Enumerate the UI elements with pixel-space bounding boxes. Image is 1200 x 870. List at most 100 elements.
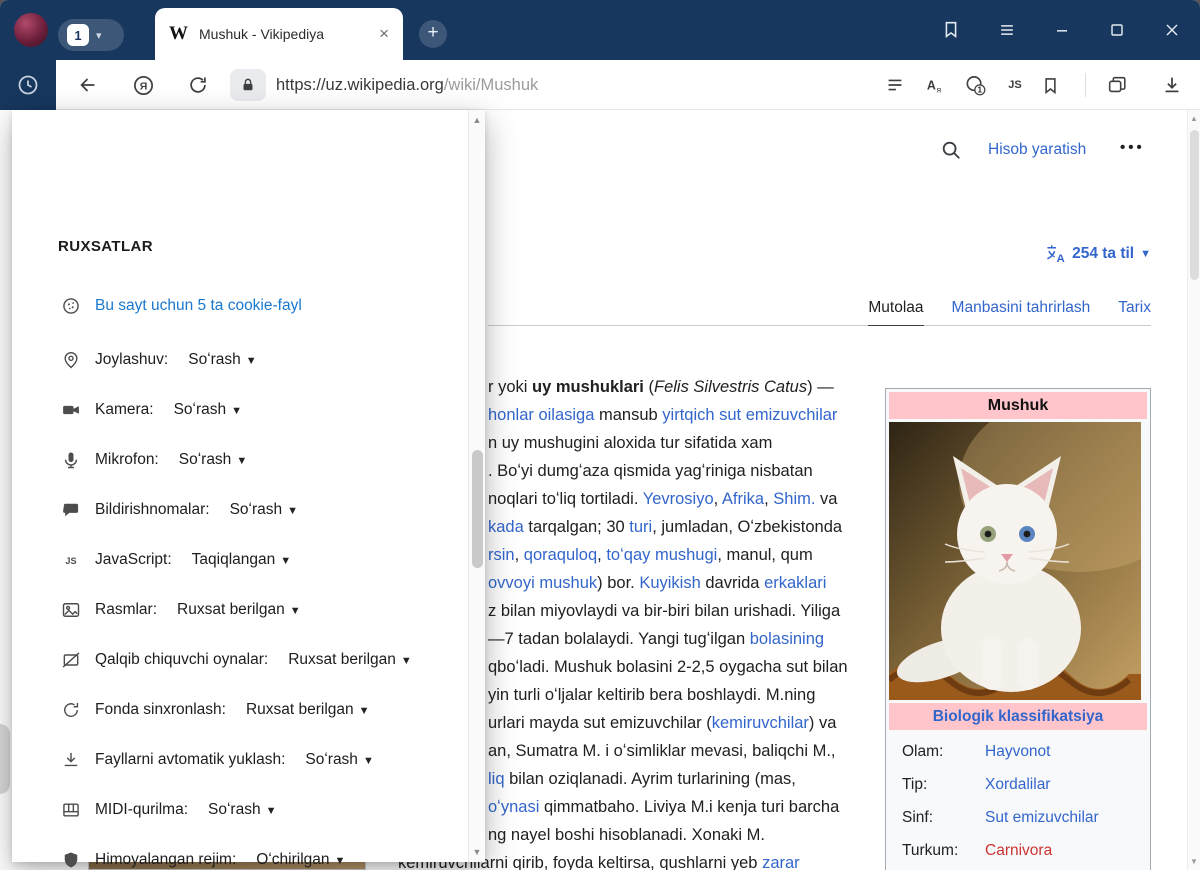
language-selector[interactable]: A 254 ta til ▼ (1045, 243, 1151, 264)
browser-window: 1 ▾ W Mushuk - Vikipediya × + (0, 0, 1200, 870)
cookies-row[interactable]: Bu sayt uchun 5 ta cookie-fayl (60, 295, 302, 317)
translate-icon[interactable]: Aя (923, 73, 947, 97)
permission-value-dropdown[interactable]: Oʻchirilgan▼ (256, 851, 345, 869)
scroll-up-icon[interactable]: ▲ (1188, 114, 1200, 123)
page-scrollbar[interactable]: ▲ ▼ (1187, 110, 1200, 870)
permission-value-dropdown[interactable]: Ruxsat berilgan▼ (288, 651, 412, 669)
infobox-row: Sinf:Sut emizuvchilar (889, 801, 1147, 834)
infobox-row-label: Turkum: (889, 842, 985, 860)
infobox-row-link[interactable]: Sut emizuvchilar (985, 809, 1099, 827)
article-text: , jumladan, Oʻzbekistonda (652, 518, 842, 536)
infobox-row-link[interactable]: Xordalilar (985, 776, 1050, 794)
article-link[interactable]: Afrika (722, 490, 764, 508)
permission-value-dropdown[interactable]: Soʻrash▼ (188, 351, 256, 369)
permission-value-dropdown[interactable]: Ruxsat berilgan▼ (177, 601, 301, 619)
article-link[interactable]: toʻqay mushugi (606, 546, 717, 564)
refresh-icon[interactable] (186, 73, 210, 97)
back-button[interactable] (76, 73, 100, 97)
article-link[interactable]: qoraquloq (524, 546, 597, 564)
permission-value-dropdown[interactable]: Soʻrash▼ (305, 751, 373, 769)
article-link[interactable]: liq (488, 770, 505, 788)
kitten-photo (889, 422, 1141, 700)
permission-value-dropdown[interactable]: Soʻrash▼ (230, 501, 298, 519)
tab-group-chip[interactable]: 1 ▾ (58, 19, 124, 51)
article-link[interactable]: rsin (488, 546, 515, 564)
article-link[interactable]: Yevrosiyo (643, 490, 714, 508)
site-notifications-icon[interactable]: 1 (963, 73, 987, 97)
tab-close-icon[interactable]: × (379, 24, 389, 44)
tab-groups-icon[interactable] (1105, 73, 1129, 97)
scroll-down-icon[interactable]: ▼ (1188, 857, 1200, 866)
svg-text:1: 1 (977, 85, 982, 94)
article-tab-tarix[interactable]: Tarix (1118, 299, 1151, 325)
downloads-icon[interactable] (1160, 73, 1184, 97)
article-text-line: yin turli oʻljalar keltirib bera boshlay… (488, 686, 815, 705)
active-tab[interactable]: W Mushuk - Vikipediya × (155, 8, 403, 60)
location-icon (60, 349, 82, 371)
url-path: /wiki/Mushuk (444, 76, 538, 95)
page-scrollbar-thumb[interactable] (1190, 130, 1199, 280)
browser-logo[interactable] (14, 13, 48, 47)
permission-value-dropdown[interactable]: Ruxsat berilgan▼ (246, 701, 370, 719)
permission-row-popup: Qalqib chiquvchi oynalar:Ruxsat berilgan… (60, 635, 460, 685)
new-tab-button[interactable]: + (419, 20, 447, 48)
permission-value-dropdown[interactable]: Soʻrash▼ (179, 451, 247, 469)
permission-value-dropdown[interactable]: Soʻrash▼ (208, 801, 276, 819)
permission-label: Himoyalangan rejim: (95, 851, 236, 869)
minimize-icon[interactable] (1050, 18, 1074, 42)
article-link[interactable]: ovvoyi mushuk (488, 574, 597, 592)
article-link[interactable]: oʻynasi (488, 798, 539, 816)
infobox-row-link[interactable]: Hayvonot (985, 743, 1050, 761)
yandex-search-icon[interactable]: Я (131, 73, 155, 97)
article-link[interactable]: turi (629, 518, 652, 536)
cookies-link[interactable]: Bu sayt uchun 5 ta cookie-fayl (95, 297, 302, 315)
panel-scrollbar-thumb[interactable] (472, 450, 483, 568)
site-permissions-lock-button[interactable] (230, 69, 266, 101)
article-text: Felis Silvestris Catus (654, 378, 807, 396)
reader-mode-icon[interactable] (883, 73, 907, 97)
panel-scrollbar[interactable]: ▲ ▼ (468, 110, 485, 862)
permission-label: Fayllarni avtomatik yuklash: (95, 751, 285, 769)
article-link[interactable]: erkaklari (764, 574, 826, 592)
images-icon (60, 599, 82, 621)
article-link[interactable]: yirtqich sut emizuvchilar (662, 406, 837, 424)
article-text: ) bor. (597, 574, 639, 592)
infobox-section-header[interactable]: Biologik klassifikatsiya (889, 703, 1147, 730)
javascript-status-icon[interactable]: JS (1003, 73, 1027, 97)
microphone-icon (60, 449, 82, 471)
article-text: r yoki (488, 378, 532, 396)
article-link[interactable]: Shim. (773, 490, 815, 508)
javascript-icon: JS (60, 549, 82, 571)
history-sidebar-button[interactable] (0, 60, 56, 110)
scroll-up-icon[interactable]: ▲ (469, 115, 485, 125)
bookmark-flag-icon[interactable] (1038, 73, 1062, 97)
infobox-title: Mushuk (889, 392, 1147, 419)
collections-flag-icon[interactable] (939, 18, 963, 42)
site-permissions-panel: RUXSATLAR Bu sayt uchun 5 ta cookie-fayl… (12, 110, 485, 862)
article-link[interactable]: kemiruvchilar (712, 714, 809, 732)
search-icon[interactable] (940, 139, 962, 161)
article-tab-mutolaa[interactable]: Mutolaa (868, 299, 923, 326)
sidebar-handle[interactable] (0, 724, 10, 794)
address-bar[interactable]: https://uz.wikipedia.org/wiki/Mushuk (276, 60, 538, 110)
article-tab-manbasini-tahrirlash[interactable]: Manbasini tahrirlash (952, 299, 1091, 325)
article-link[interactable]: Kuyikish (639, 574, 700, 592)
close-icon[interactable] (1160, 18, 1184, 42)
svg-text:Я: Я (139, 80, 147, 92)
create-account-link[interactable]: Hisob yaratish (988, 141, 1086, 159)
permission-label: Joylashuv: (95, 351, 168, 369)
menu-icon[interactable] (995, 18, 1019, 42)
article-link[interactable]: bolasining (750, 630, 824, 648)
permission-value-dropdown[interactable]: Soʻrash▼ (174, 401, 242, 419)
article-link[interactable]: zarar (762, 854, 800, 870)
article-link[interactable]: honlar oilasiga (488, 406, 594, 424)
article-text: uy mushuklari (532, 378, 644, 396)
article-link[interactable]: kada (488, 518, 524, 536)
scroll-down-icon[interactable]: ▼ (469, 847, 485, 857)
article-text-line: an, Sumatra M. i oʻsimliklar mevasi, bal… (488, 742, 836, 761)
infobox-row-link[interactable]: Carnivora (985, 842, 1052, 860)
more-options-button[interactable]: ••• (1120, 139, 1145, 156)
maximize-icon[interactable] (1105, 18, 1129, 42)
infobox-row: Olam:Hayvonot (889, 735, 1147, 768)
permission-value-dropdown[interactable]: Taqiqlangan▼ (192, 551, 292, 569)
